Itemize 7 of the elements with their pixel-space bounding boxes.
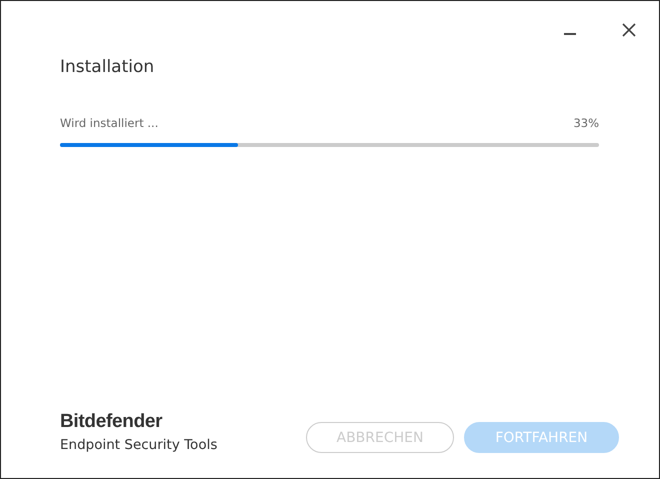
brand-logo: Bitdefender: [60, 411, 164, 433]
close-icon: [622, 23, 636, 37]
progress-label: Wird installiert ...: [60, 116, 158, 130]
minimize-icon: [564, 33, 576, 35]
progress-reading: 33%: [573, 116, 599, 130]
product-name: Endpoint Security Tools: [60, 437, 218, 453]
window-title: Installation: [60, 57, 156, 77]
